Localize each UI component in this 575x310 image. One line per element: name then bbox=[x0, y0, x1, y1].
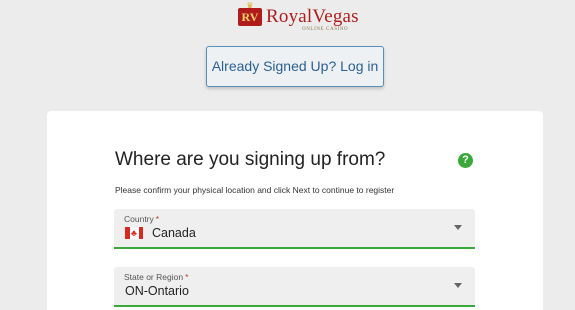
logo-badge: RV bbox=[238, 8, 262, 26]
instruction-text: Please confirm your physical location an… bbox=[115, 185, 395, 195]
region-label: State or Region * bbox=[124, 272, 189, 282]
dropdown-arrow-icon bbox=[454, 283, 462, 288]
signup-location-card: Where are you signing up from? ? Please … bbox=[47, 111, 543, 310]
logo-name: RoyalVegas bbox=[266, 6, 359, 27]
login-button[interactable]: Already Signed Up? Log in bbox=[206, 46, 384, 87]
country-select[interactable]: Country * ♣ Canada bbox=[114, 209, 475, 249]
canada-flag-icon: ♣ bbox=[125, 227, 143, 239]
region-value: ON-Ontario bbox=[125, 284, 189, 298]
help-icon[interactable]: ? bbox=[458, 153, 473, 168]
required-mark: * bbox=[155, 214, 160, 224]
royal-vegas-logo[interactable]: ♛ RV RoyalVegas ONLINE CASINO bbox=[236, 2, 359, 34]
country-value: Canada bbox=[152, 226, 196, 240]
required-mark: * bbox=[185, 272, 189, 282]
logo-tagline: ONLINE CASINO bbox=[302, 27, 349, 32]
region-select[interactable]: State or Region * ON-Ontario bbox=[114, 267, 475, 307]
dropdown-arrow-icon bbox=[454, 225, 462, 230]
country-label: Country * bbox=[124, 214, 160, 224]
page-title: Where are you signing up from? bbox=[115, 149, 386, 170]
